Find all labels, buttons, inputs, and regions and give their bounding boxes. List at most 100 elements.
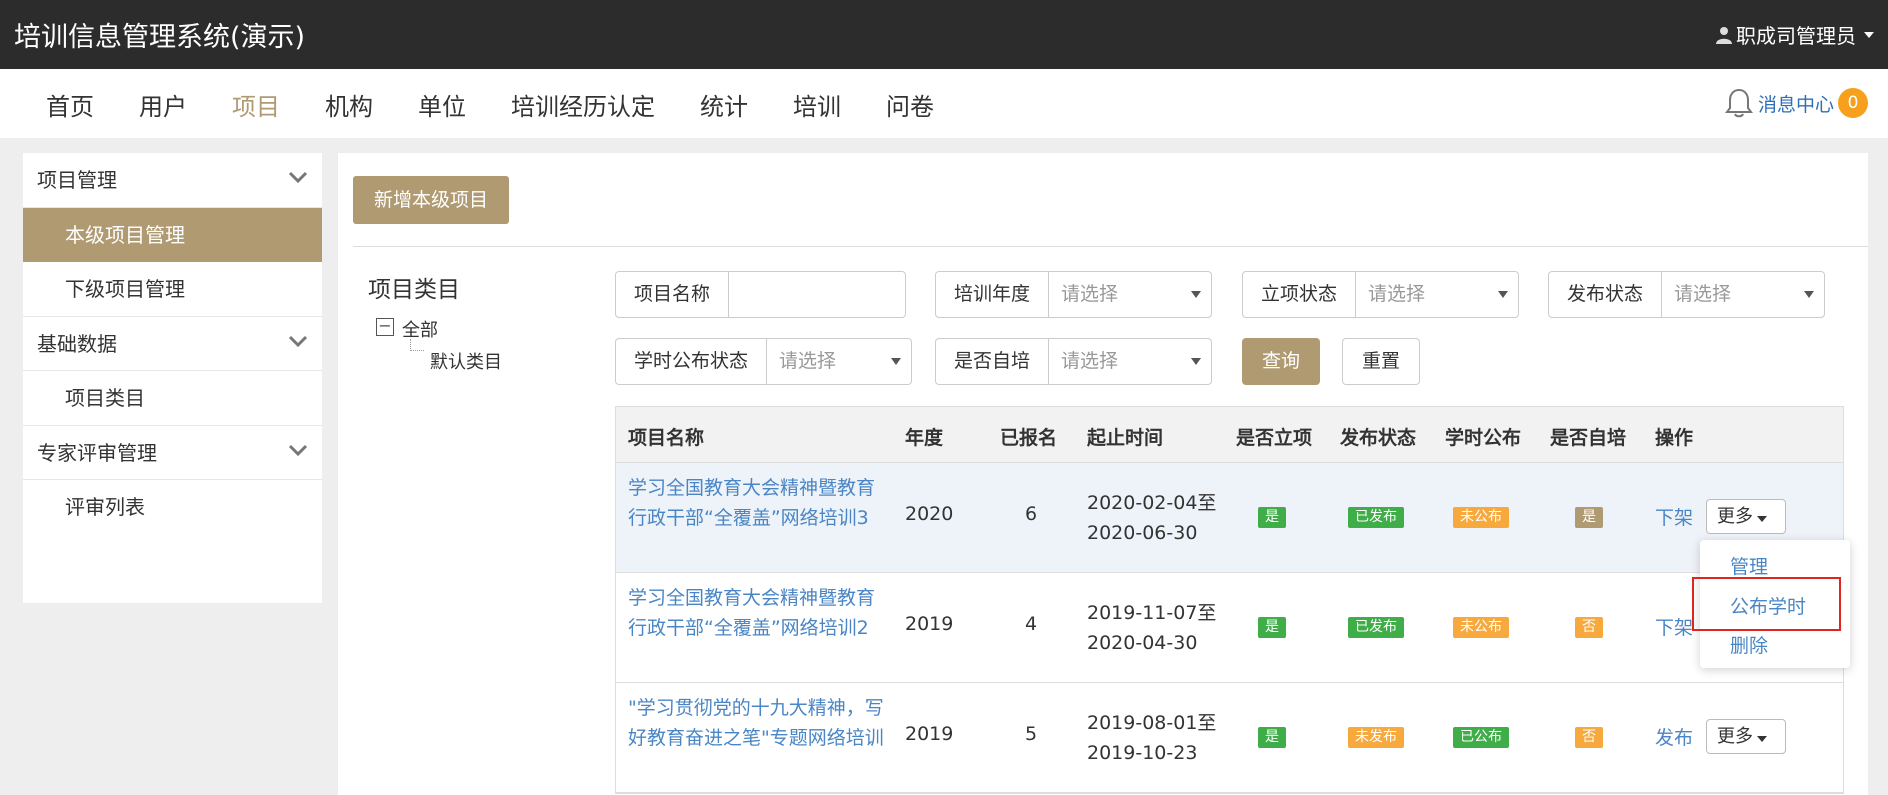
column-header: 是否立项	[1236, 427, 1313, 449]
sidebar-item-sub-projects[interactable]: 下级项目管理	[23, 262, 322, 316]
sidebar-group-label: 基础数据	[37, 332, 117, 356]
sidebar-group-expert-review[interactable]: 专家评审管理	[23, 425, 322, 480]
collapse-icon[interactable]: −	[376, 318, 394, 336]
app-title: 培训信息管理系统(演示)	[14, 22, 306, 53]
table-row: 学习全国教育大会精神暨教育行政干部“全覆盖”网络培训3 2020 6 2020-…	[616, 463, 1843, 573]
self-train-badge: 否	[1575, 727, 1603, 748]
caret-down-icon	[1757, 516, 1767, 522]
caret-down-icon	[1191, 291, 1201, 298]
unpublish-link[interactable]: 下架	[1655, 613, 1693, 640]
message-center[interactable]: 消息中心 0	[1724, 87, 1868, 119]
project-name-filter: 项目名称	[615, 271, 906, 318]
approved-badge: 是	[1258, 507, 1286, 528]
nav-projects[interactable]: 项目	[232, 87, 280, 122]
hours-publish-select[interactable]: 请选择	[767, 339, 911, 384]
hours-status-badge: 未公布	[1453, 507, 1509, 528]
project-name-link[interactable]: 学习全国教育大会精神暨教育行政干部“全覆盖”网络培训2	[628, 583, 888, 643]
project-name-link[interactable]: 学习全国教育大会精神暨教育行政干部“全覆盖”网络培训3	[628, 473, 888, 533]
sidebar-item-local-projects[interactable]: 本级项目管理	[23, 208, 322, 262]
self-train-select[interactable]: 请选择	[1049, 339, 1211, 384]
select-placeholder: 请选择	[1061, 283, 1119, 305]
nav-users[interactable]: 用户	[139, 87, 187, 122]
reset-button[interactable]: 重置	[1342, 338, 1420, 385]
row-year: 2019	[905, 613, 954, 635]
year-filter: 培训年度 请选择	[935, 271, 1212, 318]
row-dates: 2020-02-04至 2020-06-30	[1087, 488, 1216, 548]
filter-label: 发布状态	[1549, 272, 1663, 317]
self-train-badge: 是	[1575, 507, 1603, 528]
caret-down-icon	[1191, 358, 1201, 365]
more-label: 更多	[1717, 726, 1753, 747]
publish-status-badge: 已发布	[1348, 507, 1404, 528]
chevron-down-icon	[288, 335, 308, 348]
chevron-down-icon	[288, 444, 308, 457]
bell-icon	[1724, 88, 1753, 118]
row-start-date: 2019-11-07至	[1087, 602, 1217, 624]
row-start-date: 2020-02-04至	[1087, 492, 1217, 514]
year-select[interactable]: 请选择	[1049, 272, 1211, 317]
unpublish-link[interactable]: 下架	[1655, 503, 1693, 530]
publish-link[interactable]: 发布	[1655, 723, 1693, 750]
hours-status-badge: 未公布	[1453, 617, 1509, 638]
nav-statistics[interactable]: 统计	[700, 87, 748, 122]
filter-label: 项目名称	[616, 272, 730, 317]
sidebar-group-project-management[interactable]: 项目管理	[23, 153, 322, 208]
nav-units[interactable]: 单位	[418, 87, 466, 122]
caret-down-icon	[1864, 31, 1874, 38]
hours-publish-filter: 学时公布状态 请选择	[615, 338, 912, 385]
sidebar-group-label: 项目管理	[37, 168, 117, 192]
nav-training[interactable]: 培训	[793, 87, 841, 122]
publish-status-badge: 已发布	[1348, 617, 1404, 638]
user-name: 职成司管理员	[1736, 24, 1856, 48]
user-icon	[1716, 26, 1732, 44]
project-table: 项目名称 年度 已报名 起止时间 是否立项 发布状态 学时公布 是否自培 操作 …	[615, 406, 1844, 794]
menu-item-delete[interactable]: 删除	[1730, 631, 1768, 658]
row-year: 2019	[905, 723, 954, 745]
column-header: 年度	[905, 427, 944, 449]
approval-filter: 立项状态 请选择	[1242, 271, 1519, 318]
select-placeholder: 请选择	[1368, 283, 1426, 305]
more-button[interactable]: 更多	[1706, 499, 1786, 534]
sidebar-group-label: 专家评审管理	[37, 441, 157, 465]
more-button[interactable]: 更多	[1706, 719, 1786, 754]
nav-survey[interactable]: 问卷	[886, 87, 934, 122]
sidebar-group-basic-data[interactable]: 基础数据	[23, 316, 322, 371]
column-header: 项目名称	[628, 427, 705, 449]
approval-select[interactable]: 请选择	[1356, 272, 1518, 317]
menu-item-manage[interactable]: 管理	[1730, 552, 1768, 579]
hours-status-badge: 已公布	[1453, 727, 1509, 748]
user-menu[interactable]: 职成司管理员	[1716, 20, 1874, 49]
publish-select[interactable]: 请选择	[1662, 272, 1824, 317]
project-name-input[interactable]	[729, 272, 905, 317]
nav-training-recognition[interactable]: 培训经历认定	[511, 87, 655, 122]
project-name-link[interactable]: "学习贯彻党的十九大精神，写好教育奋进之笔"专题网络培训	[628, 693, 888, 753]
highlight-box	[1692, 577, 1841, 631]
row-start-date: 2019-08-01至	[1087, 712, 1217, 734]
sidebar-item-review-list[interactable]: 评审列表	[23, 480, 322, 534]
message-center-label: 消息中心	[1757, 93, 1834, 116]
main-nav: 首页 用户 项目 机构 单位 培训经历认定 统计 培训 问卷 消息中心 0	[0, 69, 1888, 138]
row-dates: 2019-11-07至 2020-04-30	[1087, 598, 1216, 658]
filter-label: 培训年度	[936, 272, 1050, 317]
sidebar: 项目管理 本级项目管理 下级项目管理 基础数据 项目类目 专家评审管理 评审列表	[23, 153, 322, 603]
select-placeholder: 请选择	[1674, 283, 1732, 305]
column-header: 学时公布	[1445, 427, 1522, 449]
query-button[interactable]: 查询	[1242, 338, 1320, 385]
column-header: 已报名	[1000, 427, 1058, 449]
tree-node-default[interactable]: 默认类目	[430, 348, 502, 374]
self-train-filter: 是否自培 请选择	[935, 338, 1212, 385]
category-title: 项目类目	[368, 277, 460, 303]
sidebar-item-project-category[interactable]: 项目类目	[23, 371, 322, 425]
nav-home[interactable]: 首页	[46, 87, 94, 122]
more-label: 更多	[1717, 506, 1753, 527]
table-row: "学习贯彻党的十九大精神，写好教育奋进之笔"专题网络培训 2019 5 2019…	[616, 683, 1843, 793]
column-header: 起止时间	[1087, 427, 1164, 449]
tree-connector	[410, 339, 424, 351]
divider	[353, 246, 1868, 247]
add-project-button[interactable]: 新增本级项目	[353, 176, 509, 224]
column-header: 是否自培	[1550, 427, 1627, 449]
filter-label: 立项状态	[1243, 272, 1357, 317]
approved-badge: 是	[1258, 617, 1286, 638]
nav-institutions[interactable]: 机构	[325, 87, 373, 122]
row-end-date: 2020-06-30	[1087, 522, 1198, 544]
